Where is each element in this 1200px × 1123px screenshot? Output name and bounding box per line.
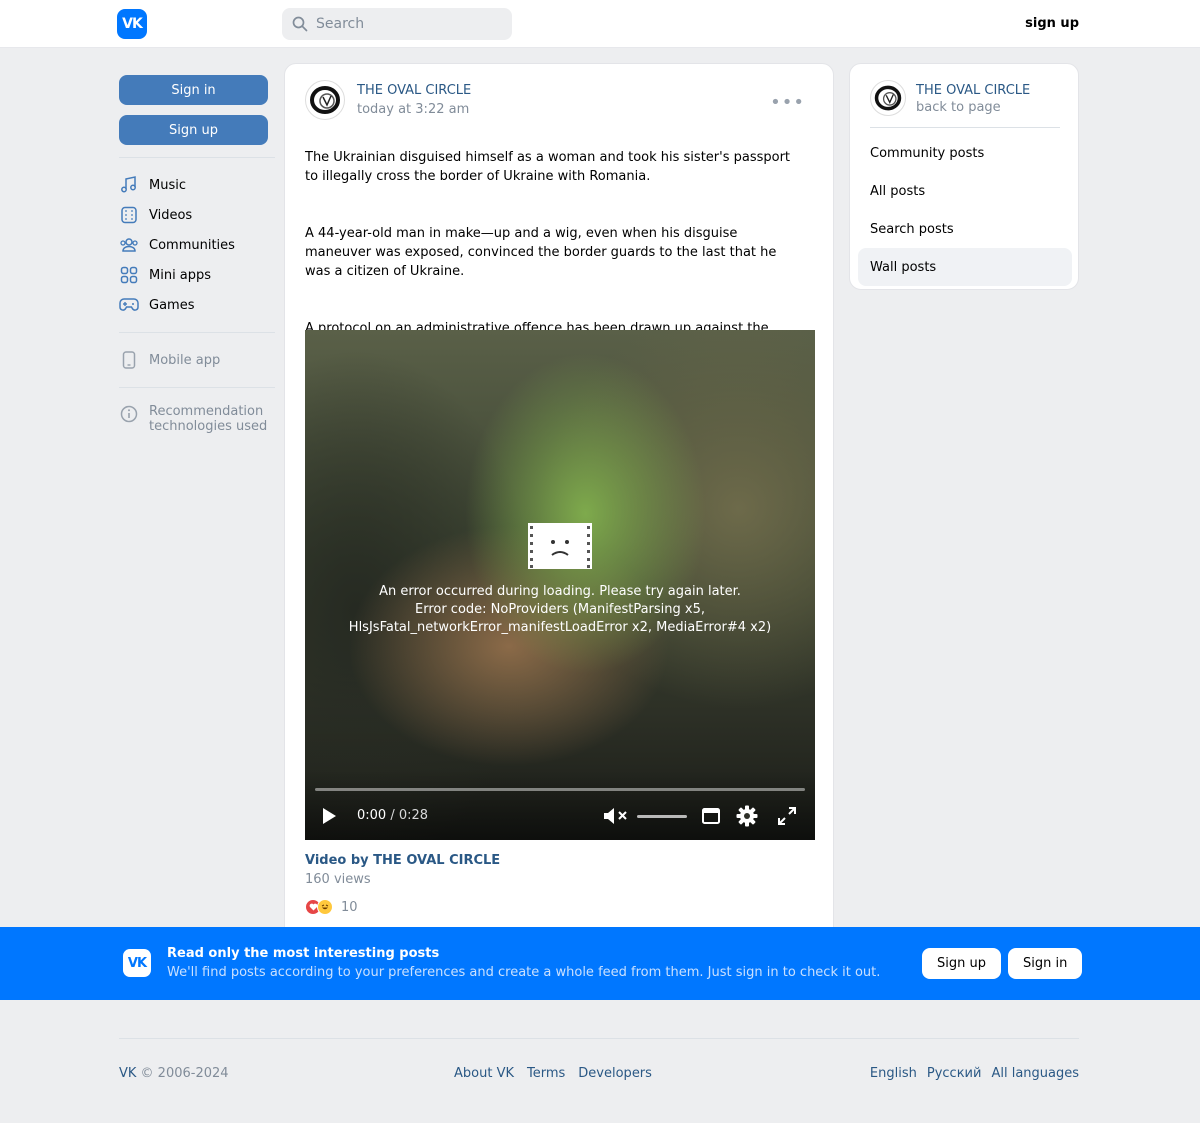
reactions[interactable]: 10 bbox=[305, 899, 358, 915]
filter-search-posts[interactable]: Search posts bbox=[858, 210, 1072, 248]
language-english[interactable]: English bbox=[870, 1066, 917, 1081]
vk-logo[interactable]: VK bbox=[117, 9, 147, 39]
nav-divider bbox=[119, 332, 275, 333]
mini-player-icon[interactable] bbox=[702, 807, 720, 825]
footer-copyright: VK © 2006-2024 bbox=[119, 1066, 229, 1081]
sign-up-button[interactable]: Sign up bbox=[119, 115, 268, 145]
community-avatar[interactable] bbox=[870, 80, 906, 116]
search-input[interactable] bbox=[316, 16, 496, 32]
phone-icon bbox=[119, 350, 139, 370]
signup-banner: VK Read only the most interesting posts … bbox=[0, 927, 1200, 1000]
error-line: Error code: NoProviders (ManifestParsing… bbox=[414, 602, 705, 617]
filter-all-posts[interactable]: All posts bbox=[858, 172, 1072, 210]
error-line: An error occurred during loading. Please… bbox=[379, 584, 741, 599]
filter-community-posts[interactable]: Community posts bbox=[858, 134, 1072, 172]
language-russian[interactable]: Русский bbox=[927, 1066, 982, 1081]
post-card: THE OVAL CIRCLE today at 3:22 am ••• The… bbox=[284, 63, 834, 943]
post-paragraph: The Ukrainian disguised himself as a wom… bbox=[305, 150, 791, 184]
nav-item-mini-apps[interactable]: Mini apps bbox=[119, 260, 275, 290]
video-player[interactable]: An error occurred during loading. Please… bbox=[305, 330, 815, 840]
footer-link-developers[interactable]: Developers bbox=[578, 1066, 652, 1081]
banner-title: Read only the most interesting posts bbox=[167, 946, 440, 961]
nav-item-communities[interactable]: Communities bbox=[119, 230, 275, 260]
sad-film-icon bbox=[528, 523, 592, 569]
vk-logo: VK bbox=[123, 949, 151, 977]
footer-link-about[interactable]: About VK bbox=[454, 1066, 514, 1081]
right-panel-header: THE OVAL CIRCLE back to page bbox=[870, 80, 1060, 128]
footer-divider bbox=[119, 1038, 1079, 1039]
post-timestamp[interactable]: today at 3:22 am bbox=[357, 102, 469, 117]
nav-item-label: Videos bbox=[149, 207, 193, 223]
community-name-link[interactable]: THE OVAL CIRCLE bbox=[916, 83, 1030, 98]
gamepad-icon bbox=[119, 295, 139, 315]
community-avatar[interactable] bbox=[305, 80, 345, 120]
footer-link-terms[interactable]: Terms bbox=[527, 1066, 565, 1081]
nav-item-label: Games bbox=[149, 297, 195, 313]
search-box[interactable] bbox=[282, 8, 512, 40]
copyright-years: © 2006-2024 bbox=[136, 1066, 229, 1081]
error-line: HlsJsFatal_networkError_manifestLoadErro… bbox=[348, 620, 772, 635]
nav-item-label: Recommendation technologies used bbox=[149, 404, 268, 434]
video-timecode: 0:00 / 0:28 bbox=[357, 808, 428, 823]
communities-icon bbox=[119, 235, 139, 255]
filter-wall-posts[interactable]: Wall posts bbox=[858, 248, 1072, 286]
nav-item-label: Communities bbox=[149, 237, 235, 253]
video-icon bbox=[119, 205, 139, 225]
nav-item-label: Mini apps bbox=[149, 267, 212, 283]
settings-gear-icon[interactable] bbox=[736, 805, 758, 827]
muted-volume-icon[interactable] bbox=[603, 806, 629, 826]
volume-slider[interactable] bbox=[637, 815, 687, 818]
video-progress-bar[interactable] bbox=[315, 788, 805, 791]
nav-item-label: Mobile app bbox=[149, 352, 221, 368]
search-icon bbox=[292, 16, 308, 32]
back-to-page-link[interactable]: back to page bbox=[916, 100, 1001, 115]
footer-brand[interactable]: VK bbox=[119, 1066, 136, 1081]
left-navigation: Sign in Sign up Music Videos Communities… bbox=[119, 75, 275, 440]
posts-filter-list: Community posts All posts Search posts W… bbox=[858, 134, 1072, 286]
nav-item-music[interactable]: Music bbox=[119, 170, 275, 200]
video-title-link[interactable]: Video by THE OVAL CIRCLE bbox=[305, 853, 500, 868]
oval-circle-logo bbox=[310, 86, 340, 114]
nav-item-videos[interactable]: Videos bbox=[119, 200, 275, 230]
nav-item-games[interactable]: Games bbox=[119, 290, 275, 320]
right-panel: THE OVAL CIRCLE back to page Community p… bbox=[849, 63, 1079, 290]
laugh-reaction-icon bbox=[317, 899, 333, 915]
footer-links: About VK Terms Developers bbox=[454, 1066, 652, 1081]
banner-sign-up-button[interactable]: Sign up bbox=[922, 948, 1001, 979]
time-separator: / bbox=[386, 808, 399, 823]
post-author-link[interactable]: THE OVAL CIRCLE bbox=[357, 83, 471, 98]
current-time: 0:00 bbox=[357, 808, 387, 823]
play-icon[interactable] bbox=[321, 807, 337, 825]
mini-apps-icon bbox=[119, 265, 139, 285]
reactions-count: 10 bbox=[341, 899, 358, 915]
sign-in-button[interactable]: Sign in bbox=[119, 75, 268, 105]
info-icon bbox=[119, 404, 139, 424]
all-languages-link[interactable]: All languages bbox=[991, 1066, 1079, 1081]
post-paragraph: A 44-year-old man in make—up and a wig, … bbox=[305, 226, 777, 279]
more-options-icon[interactable]: ••• bbox=[770, 92, 805, 113]
video-error-message: An error occurred during loading. Please… bbox=[305, 583, 815, 637]
header-signup-link[interactable]: sign up bbox=[1025, 16, 1079, 31]
fullscreen-icon[interactable] bbox=[777, 806, 797, 826]
oval-circle-logo bbox=[874, 85, 902, 111]
banner-sign-in-button[interactable]: Sign in bbox=[1008, 948, 1083, 979]
video-views: 160 views bbox=[305, 872, 371, 887]
nav-item-mobile-app[interactable]: Mobile app bbox=[119, 345, 275, 375]
video-duration: 0:28 bbox=[398, 808, 429, 823]
nav-item-recommendations[interactable]: Recommendation technologies used bbox=[119, 400, 275, 440]
top-bar: VK sign up bbox=[0, 0, 1200, 48]
post-header: THE OVAL CIRCLE today at 3:22 am ••• bbox=[305, 80, 815, 120]
footer-languages: English Русский All languages bbox=[870, 1066, 1079, 1081]
nav-divider bbox=[119, 387, 275, 388]
banner-subtitle: We'll find posts according to your prefe… bbox=[167, 965, 881, 980]
nav-item-label: Music bbox=[149, 177, 186, 193]
music-icon bbox=[119, 175, 139, 195]
nav-divider bbox=[119, 157, 275, 158]
